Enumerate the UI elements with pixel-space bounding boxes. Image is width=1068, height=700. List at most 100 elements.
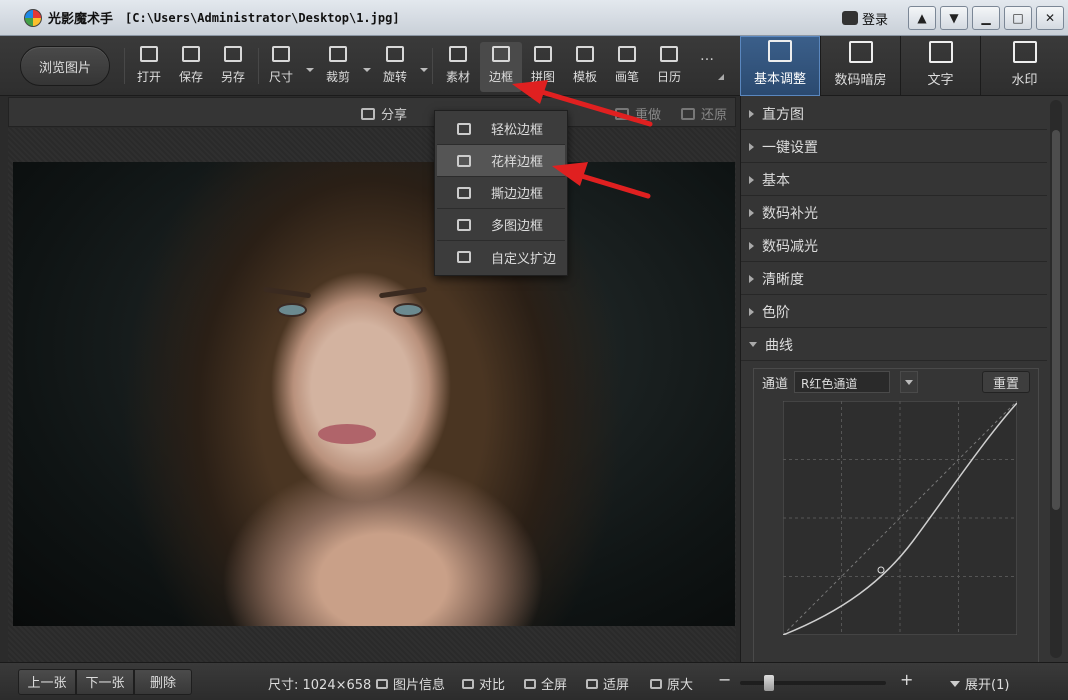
section-label: 色阶 xyxy=(762,304,790,321)
menu-item-label: 撕边边框 xyxy=(491,187,544,202)
tool-open[interactable]: 打开 xyxy=(128,46,170,90)
browse-images-button[interactable]: 浏览图片 xyxy=(20,46,110,86)
curve-graph[interactable] xyxy=(783,401,1017,635)
menu-item-simple-frame[interactable]: 轻松边框 xyxy=(437,113,565,145)
main-toolbar: 浏览图片 打开 保存 另存 尺寸 裁剪 旋转 素材 边框 拼图 模板 画笔 日历… xyxy=(0,36,1068,96)
compare-button[interactable]: 对比 xyxy=(462,674,505,693)
tool-collage[interactable]: 拼图 xyxy=(522,46,564,90)
toolbar-separator xyxy=(258,48,259,84)
section-clarity[interactable]: 清晰度 xyxy=(741,263,1047,295)
section-label: 基本 xyxy=(762,172,790,189)
tool-resize[interactable]: 尺寸 xyxy=(260,46,314,90)
tool-label: 模板 xyxy=(572,70,597,84)
expand-filmstrip-button[interactable]: 展开(1) xyxy=(950,674,1009,693)
bottom-bar: 上一张 下一张 删除 尺寸: 1024×658 图片信息 对比 全屏 适屏 原大… xyxy=(0,662,1068,700)
restore-button[interactable]: 还原 xyxy=(681,104,727,123)
tool-template[interactable]: 模板 xyxy=(564,46,606,90)
fullscreen-button[interactable]: 全屏 xyxy=(524,674,567,693)
original-size-button[interactable]: 原大 xyxy=(650,674,693,693)
menu-button[interactable]: ▼ xyxy=(940,6,968,30)
tool-sticker[interactable]: 素材 xyxy=(437,46,479,90)
bb-label: 图片信息 xyxy=(393,678,446,693)
redo-button[interactable]: 重做 xyxy=(615,104,661,123)
title-controls: 登录 ▲ ▼ ▁ □ ✕ xyxy=(841,0,1068,36)
curves-reset-button[interactable]: 重置 xyxy=(982,371,1030,393)
section-curves[interactable]: 曲线 xyxy=(741,329,1047,361)
chevron-down-icon[interactable] xyxy=(900,371,919,393)
fit-screen-button[interactable]: 适屏 xyxy=(586,674,629,693)
chevron-down-icon xyxy=(950,680,960,687)
tab-basic-adjust[interactable]: 基本调整 xyxy=(740,36,820,96)
tool-save-as[interactable]: 另存 xyxy=(212,46,254,90)
tab-text[interactable]: 文字 xyxy=(900,36,980,96)
zoom-out-button[interactable]: − xyxy=(718,670,731,689)
original-size-icon xyxy=(650,678,662,689)
redo-icon xyxy=(615,107,629,120)
channel-row: 通道 R红色通道 xyxy=(762,371,920,393)
section-label: 曲线 xyxy=(765,337,793,354)
collage-icon xyxy=(534,46,552,62)
close-button[interactable]: ✕ xyxy=(1036,6,1064,30)
share-icon xyxy=(361,107,375,120)
resize-icon xyxy=(272,46,290,62)
fancy-frame-icon xyxy=(457,154,471,167)
menu-item-fancy-frame[interactable]: 花样边框 xyxy=(437,145,565,177)
tool-rotate[interactable]: 旋转 xyxy=(374,46,428,90)
section-histogram[interactable]: 直方图 xyxy=(741,98,1047,130)
minimize-button[interactable]: ▁ xyxy=(972,6,1000,30)
resize-dropdown-icon[interactable] xyxy=(306,68,314,72)
compare-icon xyxy=(462,678,474,689)
menu-item-label: 花样边框 xyxy=(491,155,544,170)
multi-frame-icon xyxy=(457,218,471,231)
more-tools-button[interactable]: … xyxy=(700,48,715,64)
expand-toolbar-icon[interactable] xyxy=(712,74,724,80)
tab-watermark[interactable]: 水印 xyxy=(980,36,1068,96)
simple-frame-icon xyxy=(457,122,471,135)
menu-item-label: 自定义扩边 xyxy=(491,251,557,267)
next-image-button[interactable]: 下一张 xyxy=(76,668,134,695)
tool-frame[interactable]: 边框 xyxy=(480,42,522,92)
chevron-right-icon xyxy=(749,241,754,250)
maximize-button[interactable]: □ xyxy=(1004,6,1032,30)
frame-dropdown-menu: 轻松边框 花样边框 撕边边框 多图边框 自定义扩边 xyxy=(434,110,568,276)
maximize-icon: □ xyxy=(1012,11,1024,25)
section-levels[interactable]: 色阶 xyxy=(741,296,1047,328)
zoom-slider-knob[interactable] xyxy=(764,675,775,691)
user-face-icon xyxy=(841,11,858,25)
share-button[interactable]: 分享 xyxy=(361,104,407,123)
image-canvas[interactable] xyxy=(8,128,736,662)
sticker-icon xyxy=(449,46,467,62)
tool-label: 素材 xyxy=(445,70,470,84)
menu-item-custom-border[interactable]: 自定义扩边 xyxy=(437,241,565,273)
zoom-slider-track[interactable] xyxy=(740,681,886,685)
section-basic[interactable]: 基本 xyxy=(741,164,1047,196)
section-label: 数码减光 xyxy=(762,238,818,255)
login-label: 登录 xyxy=(861,12,888,28)
prev-image-button[interactable]: 上一张 xyxy=(18,668,76,695)
tool-calendar[interactable]: 日历 xyxy=(648,46,690,90)
section-fill-light[interactable]: 数码补光 xyxy=(741,197,1047,229)
tool-brush[interactable]: 画笔 xyxy=(606,46,648,90)
menu-item-torn-frame[interactable]: 撕边边框 xyxy=(437,177,565,209)
skin-button[interactable]: ▲ xyxy=(908,6,936,30)
chevron-right-icon xyxy=(749,109,754,118)
tool-crop[interactable]: 裁剪 xyxy=(317,46,371,90)
channel-select[interactable]: R红色通道 xyxy=(794,371,891,393)
section-reduce-light[interactable]: 数码减光 xyxy=(741,230,1047,262)
panel-scrollbar[interactable] xyxy=(1050,100,1062,658)
zoom-in-button[interactable]: + xyxy=(900,670,913,689)
chevron-right-icon xyxy=(749,307,754,316)
tab-digital-darkroom[interactable]: 数码暗房 xyxy=(820,36,900,96)
crop-dropdown-icon[interactable] xyxy=(363,68,371,72)
login-button[interactable]: 登录 xyxy=(841,9,888,28)
tool-save[interactable]: 保存 xyxy=(170,46,212,90)
image-info-button[interactable]: 图片信息 xyxy=(376,674,445,693)
section-one-click[interactable]: 一键设置 xyxy=(741,131,1047,163)
menu-item-multi-frame[interactable]: 多图边框 xyxy=(437,209,565,241)
scrollbar-thumb[interactable] xyxy=(1052,130,1060,510)
delete-button[interactable]: 删除 xyxy=(134,668,192,695)
photo-preview xyxy=(13,162,735,626)
rotate-dropdown-icon[interactable] xyxy=(420,68,428,72)
channel-select-wrap: R红色通道 xyxy=(794,371,920,393)
menu-item-label: 多图边框 xyxy=(491,219,544,234)
